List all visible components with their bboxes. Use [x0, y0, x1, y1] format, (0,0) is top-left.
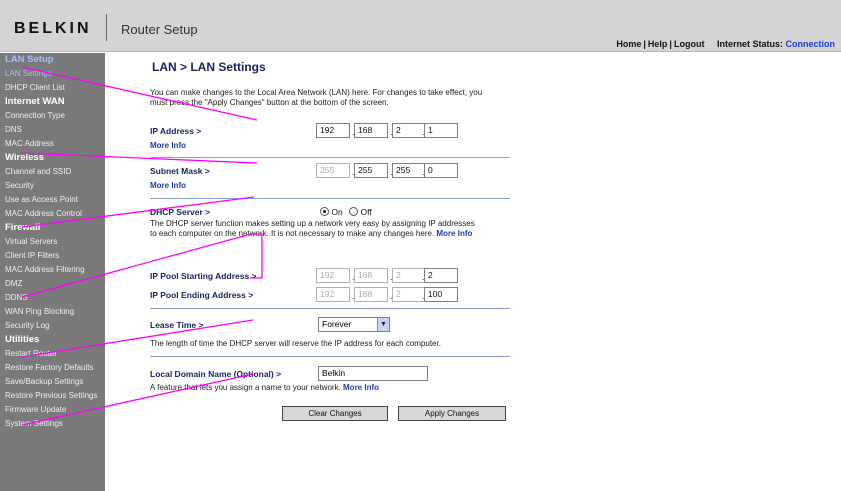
section-divider — [150, 198, 510, 199]
ip-octet-2[interactable]: 168 — [354, 123, 388, 138]
pool-end-octet-2: 168 — [354, 287, 388, 302]
section-divider — [150, 157, 510, 158]
sidebar-item-dns[interactable]: DNS — [0, 123, 105, 137]
dhcp-on-label: On — [331, 207, 343, 217]
sidebar-item-security[interactable]: Security — [0, 179, 105, 193]
clear-changes-button[interactable]: Clear Changes — [282, 406, 388, 421]
subnet-octet-4[interactable]: 0 — [424, 163, 458, 178]
subnet-octet-2[interactable]: 255 — [354, 163, 388, 178]
sidebar-category-lan-setup[interactable]: LAN Setup — [0, 53, 105, 67]
pool-end-octet-4[interactable]: 100 — [424, 287, 458, 302]
sidebar-item-restore-factory-defaults[interactable]: Restore Factory Defaults — [0, 361, 105, 375]
sidebar: LAN Setup LAN Settings DHCP Client List … — [0, 53, 105, 491]
section-divider — [150, 308, 510, 309]
pool-start-label: IP Pool Starting Address > — [150, 271, 257, 281]
domain-name-input[interactable]: Belkin — [318, 366, 428, 381]
sidebar-item-ddns[interactable]: DDNS — [0, 291, 105, 305]
help-link[interactable]: Help — [648, 39, 668, 49]
sidebar-item-dhcp-client-list[interactable]: DHCP Client List — [0, 81, 105, 95]
sidebar-item-virtual-servers[interactable]: Virtual Servers — [0, 235, 105, 249]
intro-text: You can make changes to the Local Area N… — [150, 88, 483, 107]
dhcp-off-label: Off — [360, 207, 372, 217]
sidebar-category-internet-wan[interactable]: Internet WAN — [0, 95, 105, 109]
subnet-mask-more-info-link[interactable]: More Info — [150, 181, 186, 190]
ip-octet-3[interactable]: 2 — [392, 123, 426, 138]
domain-name-description: A feature that lets you assign a name to… — [150, 383, 379, 393]
sidebar-category-utilities[interactable]: Utilities — [0, 333, 105, 347]
sidebar-item-mac-address[interactable]: MAC Address — [0, 137, 105, 151]
sidebar-category-wireless[interactable]: Wireless — [0, 151, 105, 165]
ip-octet-1[interactable]: 192 — [316, 123, 350, 138]
lease-time-description: The length of time the DHCP server will … — [150, 339, 441, 348]
header: BELKIN Router Setup Home | Help | Logout Int… — [0, 0, 841, 52]
sidebar-item-access-point[interactable]: Use as Access Point — [0, 193, 105, 207]
sidebar-item-connection-type[interactable]: Connection Type — [0, 109, 105, 123]
pool-start-octet-2: 168 — [354, 268, 388, 283]
sidebar-item-restore-previous-settings[interactable]: Restore Previous Settings — [0, 389, 105, 403]
sidebar-item-system-settings[interactable]: System Settings — [0, 417, 105, 431]
sidebar-item-client-ip-filters[interactable]: Client IP Filters — [0, 249, 105, 263]
page-title: LAN > LAN Settings — [152, 60, 266, 74]
home-link[interactable]: Home — [616, 39, 641, 49]
subnet-octet-1: 255 — [316, 163, 350, 178]
internet-status-label: Internet Status: — [716, 39, 783, 49]
subnet-mask-label: Subnet Mask > — [150, 166, 210, 176]
sidebar-item-dmz[interactable]: DMZ — [0, 277, 105, 291]
dhcp-radio-group: On Off — [320, 207, 372, 217]
dhcp-server-label: DHCP Server > — [150, 207, 211, 217]
domain-description-text: A feature that lets you assign a name to… — [150, 383, 341, 392]
pool-end-label: IP Pool Ending Address > — [150, 290, 254, 300]
sidebar-category-firewall[interactable]: Firewall — [0, 221, 105, 235]
sidebar-item-channel-ssid[interactable]: Channel and SSID — [0, 165, 105, 179]
domain-name-label: Local Domain Name (Optional) > — [150, 369, 282, 379]
logo-divider — [106, 14, 107, 41]
sidebar-item-firmware-update[interactable]: Firmware Update — [0, 403, 105, 417]
sidebar-item-mac-address-control[interactable]: MAC Address Control — [0, 207, 105, 221]
lease-time-label: Lease Time > — [150, 320, 204, 330]
sidebar-item-mac-address-filtering[interactable]: MAC Address Filtering — [0, 263, 105, 277]
dhcp-description: The DHCP server function makes setting u… — [150, 219, 480, 239]
sidebar-item-security-log[interactable]: Security Log — [0, 319, 105, 333]
domain-more-info-link[interactable]: More Info — [343, 383, 379, 392]
pool-end-octet-1: 192 — [316, 287, 350, 302]
sidebar-item-wan-ping-blocking[interactable]: WAN Ping Blocking — [0, 305, 105, 319]
ip-address-more-info-link[interactable]: More Info — [150, 141, 186, 150]
logout-link[interactable]: Logout — [674, 39, 705, 49]
nav-separator: | — [669, 39, 672, 49]
main-content: LAN > LAN Settings You can make changes … — [106, 53, 841, 491]
lease-time-select[interactable]: Forever ▼ — [318, 317, 390, 332]
dhcp-off-radio[interactable] — [349, 207, 359, 216]
belkin-logo: BELKIN — [14, 20, 92, 37]
subnet-octet-3[interactable]: 255 — [392, 163, 426, 178]
dhcp-description-text: The DHCP server function makes setting u… — [150, 219, 475, 238]
ip-address-label: IP Address > — [150, 126, 202, 136]
sidebar-item-lan-settings[interactable]: LAN Settings — [0, 67, 105, 81]
section-divider — [150, 356, 510, 357]
internet-status-value: Connection — [785, 39, 836, 49]
app-title: Router Setup — [121, 22, 198, 37]
nav-separator: | — [643, 39, 646, 49]
sidebar-item-save-backup-settings[interactable]: Save/Backup Settings — [0, 375, 105, 389]
pool-start-octet-1: 192 — [316, 268, 350, 283]
sidebar-item-restart-router[interactable]: Restart Router — [0, 347, 105, 361]
dhcp-on-radio[interactable] — [320, 207, 329, 216]
pool-start-octet-4[interactable]: 2 — [424, 268, 458, 283]
lease-time-value: Forever — [322, 319, 352, 329]
dhcp-more-info-link[interactable]: More Info — [436, 229, 472, 238]
apply-changes-button[interactable]: Apply Changes — [398, 406, 506, 421]
pool-start-octet-3: 2 — [392, 268, 426, 283]
top-nav: Home | Help | Logout Internet Status: Connec… — [616, 39, 835, 49]
ip-octet-4[interactable]: 1 — [424, 123, 458, 138]
chevron-down-icon[interactable]: ▼ — [377, 318, 389, 331]
pool-end-octet-3: 2 — [392, 287, 426, 302]
